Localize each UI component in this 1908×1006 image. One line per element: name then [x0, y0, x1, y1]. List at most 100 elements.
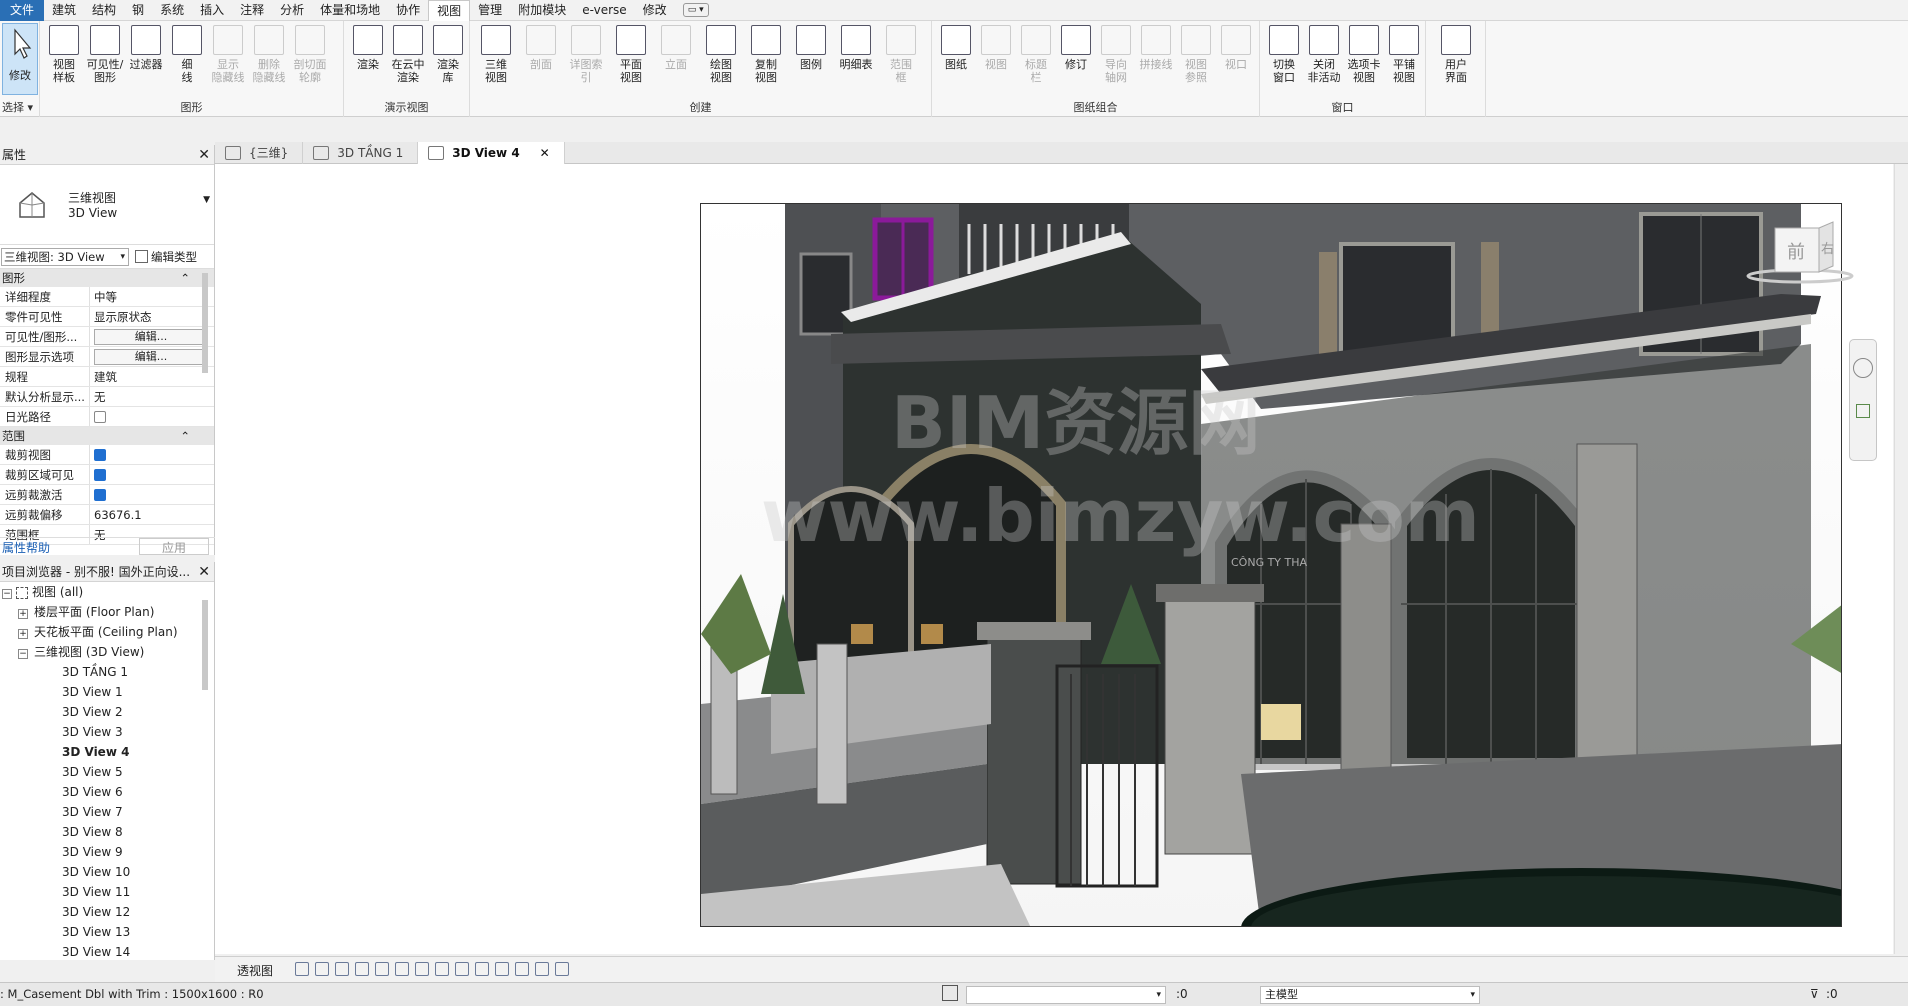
checkbox[interactable] [94, 469, 106, 481]
property-value[interactable] [90, 445, 214, 464]
property-row[interactable]: 裁剪区域可见 [0, 465, 214, 485]
property-value[interactable]: 无 [90, 387, 214, 406]
menu-item-8[interactable]: 体量和场地 [312, 0, 388, 21]
tree-item[interactable]: 3D View 11 [0, 882, 214, 902]
view-control-icon[interactable] [535, 962, 549, 976]
window-button-2[interactable]: 选项卡 视图 [1344, 25, 1384, 84]
collapse-minus-icon[interactable]: − [2, 589, 12, 599]
create-button-2[interactable]: 详图索引 [566, 25, 606, 84]
property-row[interactable]: 规程 建筑 [0, 367, 214, 387]
property-row[interactable]: 详细程度 中等 [0, 287, 214, 307]
property-row[interactable]: 零件可见性 显示原状态 [0, 307, 214, 327]
view-control-icon[interactable] [455, 962, 469, 976]
view-control-icon[interactable] [515, 962, 529, 976]
browser-scrollbar[interactable] [202, 600, 208, 690]
view-control-icon[interactable] [375, 962, 389, 976]
property-row[interactable]: 远剪裁偏移 63676.1 [0, 505, 214, 525]
property-row[interactable]: 裁剪视图 [0, 445, 214, 465]
window-button-1[interactable]: 关闭 非活动 [1304, 25, 1344, 84]
instance-selector[interactable]: 三维视图: 3D View ▾ [1, 247, 129, 266]
tree-item[interactable]: 3D View 6 [0, 782, 214, 802]
menu-item-7[interactable]: 分析 [272, 0, 312, 21]
presentation-button-2[interactable]: 渲染 库 [428, 25, 468, 84]
menu-item-11[interactable]: 管理 [470, 0, 510, 21]
sheet-button-3[interactable]: 修订 [1056, 25, 1096, 71]
menu-item-6[interactable]: 注释 [232, 0, 272, 21]
tree-item[interactable]: 3D View 8 [0, 822, 214, 842]
create-button-3[interactable]: 平面 视图 [611, 25, 651, 84]
edit-button[interactable]: 编辑... [94, 329, 208, 345]
sheet-button-0[interactable]: 图纸 [936, 25, 976, 71]
apply-button[interactable]: 应用 [139, 538, 209, 555]
property-row[interactable]: 远剪裁激活 [0, 485, 214, 505]
sheet-button-2[interactable]: 标题 栏 [1016, 25, 1056, 84]
workset-dropdown[interactable]: ▾ [966, 986, 1166, 1004]
sheet-button-6[interactable]: 视图 参照 [1176, 25, 1216, 84]
viewcube-front-face[interactable]: 前 [1787, 238, 1805, 264]
section-extent[interactable]: 范围 ⌃ [0, 427, 214, 445]
view-control-icon[interactable] [495, 962, 509, 976]
close-icon[interactable]: ✕ [198, 562, 210, 581]
tree-item[interactable]: 3D View 10 [0, 862, 214, 882]
view-control-icon[interactable] [415, 962, 429, 976]
tree-item[interactable]: 3D View 14 [0, 942, 214, 962]
create-button-1[interactable]: 剖面 [521, 25, 561, 71]
modify-button[interactable]: 修改 [2, 23, 38, 95]
menu-item-1[interactable]: 建筑 [44, 0, 84, 21]
sheet-button-5[interactable]: 拼接线 [1136, 25, 1176, 71]
worksharing-icon[interactable] [942, 985, 958, 1001]
chevron-down-icon[interactable]: ▼ [203, 195, 210, 205]
close-icon[interactable]: ✕ [198, 145, 210, 165]
ui-button-0[interactable]: 用户 界面 [1436, 25, 1476, 84]
menu-item-12[interactable]: 附加模块 [510, 0, 574, 21]
tree-item[interactable]: 3D View 12 [0, 902, 214, 922]
graphics-button-5[interactable]: 删除 隐藏线 [249, 25, 289, 84]
graphics-button-2[interactable]: 过滤器 [126, 25, 166, 71]
view-control-icon[interactable] [435, 962, 449, 976]
property-value[interactable]: 编辑... [90, 327, 214, 346]
graphics-button-3[interactable]: 细 线 [167, 25, 207, 84]
vertical-scrollbar[interactable] [1894, 164, 1908, 954]
property-value[interactable]: 编辑... [90, 347, 214, 366]
property-value[interactable]: 显示原状态 [90, 307, 214, 326]
checkbox[interactable] [94, 449, 106, 461]
tree-item[interactable]: 3D View 3 [0, 722, 214, 742]
properties-scrollbar[interactable] [202, 273, 208, 373]
view-control-icon[interactable] [555, 962, 569, 976]
filter-icon[interactable]: ⊽ [1810, 987, 1819, 1001]
property-value[interactable] [90, 465, 214, 484]
create-button-7[interactable]: 图例 [791, 25, 831, 71]
property-value[interactable] [90, 407, 214, 426]
property-value[interactable]: 中等 [90, 287, 214, 306]
sheet-button-1[interactable]: 视图 [976, 25, 1016, 71]
close-icon[interactable]: ✕ [540, 146, 550, 160]
tree-group[interactable]: + 天花板平面 (Ceiling Plan) [0, 622, 214, 642]
menu-item-3[interactable]: 钢 [124, 0, 152, 21]
view-control-icon[interactable] [395, 962, 409, 976]
tree-item[interactable]: 3D View 2 [0, 702, 214, 722]
window-button-0[interactable]: 切换 窗口 [1264, 25, 1304, 84]
create-button-5[interactable]: 绘图 视图 [701, 25, 741, 84]
menu-item-13[interactable]: e-verse [574, 0, 634, 21]
property-value[interactable] [90, 485, 214, 504]
sheet-button-4[interactable]: 导向 轴网 [1096, 25, 1136, 84]
view-control-icon[interactable] [475, 962, 489, 976]
view-control-icon[interactable] [315, 962, 329, 976]
expand-plus-icon[interactable]: + [18, 629, 28, 639]
presentation-button-0[interactable]: 渲染 [348, 25, 388, 71]
window-button-3[interactable]: 平铺 视图 [1384, 25, 1424, 84]
tree-item[interactable]: 3D TẦNG 1 [0, 662, 214, 682]
menu-item-14[interactable]: 修改 [635, 0, 675, 21]
quick-access-toggle-icon[interactable]: ▭ ▾ [682, 3, 709, 17]
tree-item[interactable]: 3D View 1 [0, 682, 214, 702]
create-button-0[interactable]: 三维 视图 [476, 25, 516, 84]
expand-plus-icon[interactable]: + [18, 609, 28, 619]
edit-type-button[interactable]: 编辑类型 [135, 249, 197, 265]
create-button-9[interactable]: 范围 框 [881, 25, 921, 84]
tree-item[interactable]: 3D View 13 [0, 922, 214, 942]
create-button-8[interactable]: 明细表 [836, 25, 876, 71]
tree-group[interactable]: + 楼层平面 (Floor Plan) [0, 602, 214, 622]
view-control-icon[interactable] [335, 962, 349, 976]
properties-help-link[interactable]: 属性帮助 [2, 539, 50, 556]
select-group-label[interactable]: 选择 ▾ [0, 99, 39, 115]
